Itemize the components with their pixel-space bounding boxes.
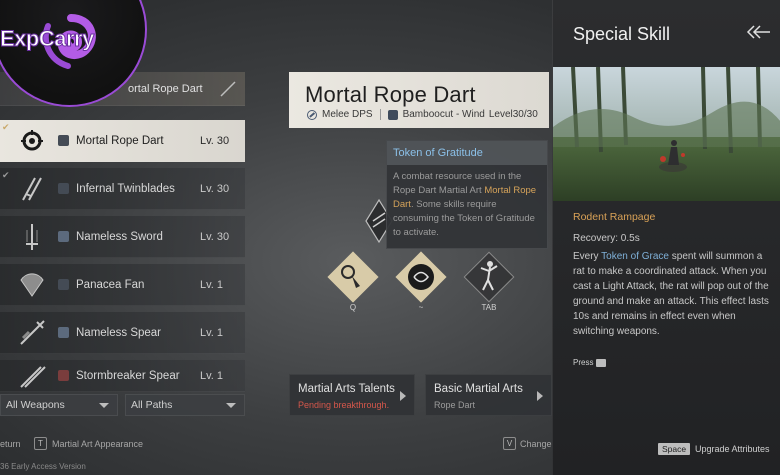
special-skill-panel: Special Skill Rodent Rampage Recovery: 0…	[552, 0, 780, 475]
upgrade-attributes-button[interactable]: Upgrade Attributes	[695, 444, 770, 454]
skill-key-tilde: ~	[418, 303, 424, 312]
desc-text: spent will summon a rat to make a coordi…	[573, 251, 769, 337]
rope-dart-mini-icon	[220, 81, 236, 97]
weapon-name: Mortal Rope Dart	[76, 134, 164, 147]
weapon-banner-label: ortal Rope Dart	[128, 83, 203, 95]
desc-text: Every	[573, 251, 602, 262]
fan-icon	[12, 265, 52, 305]
skill-preview-image	[553, 67, 780, 201]
weapon-role: Melee DPS	[322, 109, 373, 120]
stance-figure-icon	[480, 261, 498, 291]
weapon-level: Lv. 30	[200, 182, 230, 195]
weapon-item-nameless-spear[interactable]: Nameless Spear Lv. 1	[0, 312, 245, 354]
martial-art-appearance-button[interactable]: Martial Art Appearance	[52, 439, 143, 449]
weapon-level: Lv. 1	[200, 369, 224, 382]
weapon-level: Lv. 1	[200, 278, 224, 291]
weapon-type-icon	[58, 231, 69, 242]
weapon-title-panel: Mortal Rope Dart Melee DPS Bamboocut - W…	[289, 72, 549, 128]
logo-text: ExpCarry	[0, 26, 95, 52]
weapon-filter-dropdown[interactable]: All Weapons	[0, 394, 118, 416]
return-button[interactable]: eturn	[0, 439, 21, 449]
weapon-type-icon	[58, 279, 69, 290]
weapon-type-icon	[58, 183, 69, 194]
weapon-item-stormbreaker-spear[interactable]: Stormbreaker Spear Lv. 1	[0, 360, 245, 392]
tooltip-title: Token of Gratitude	[387, 141, 547, 165]
panel-title: Special Skill	[573, 24, 671, 44]
desc-highlight: Token of Grace	[601, 251, 669, 262]
equipped-check-icon: ✔	[2, 170, 10, 180]
space-key: Space	[658, 443, 691, 455]
equipped-check-icon: ✔	[2, 122, 10, 132]
skill-key-q: Q	[349, 303, 357, 312]
collapse-arrow-icon[interactable]	[745, 24, 771, 40]
tooltip-text: . Some skills require consuming the Toke…	[393, 199, 535, 238]
tooltip-body: A combat resource used in the Rope Dart …	[387, 165, 547, 245]
change-button[interactable]: Change	[520, 439, 552, 449]
path-icon	[387, 109, 398, 120]
skill-slot-q[interactable]	[327, 251, 379, 303]
skill-recovery: Recovery: 0.5s	[573, 233, 640, 244]
weapon-level-progress: Level30/30	[488, 109, 538, 120]
chevron-right-icon	[537, 391, 543, 401]
weapon-item-mortal-rope-dart[interactable]: ✔ Mortal Rope Dart Lv. 30	[0, 120, 245, 162]
skill-slot-tilde[interactable]	[395, 251, 447, 303]
press-hint: Press	[573, 358, 607, 367]
card-subtitle: Rope Dart	[434, 400, 476, 410]
chevron-down-icon	[226, 403, 236, 408]
version-label: 36 Early Access Version	[0, 462, 86, 471]
skill-name: Rodent Rampage	[573, 211, 656, 223]
chevron-right-icon	[400, 391, 406, 401]
rope-dart-icon	[12, 121, 52, 161]
path-filter-value: All Paths	[131, 399, 173, 411]
weapon-title: Mortal Rope Dart	[305, 82, 476, 107]
weapon-level: Lv. 1	[200, 326, 224, 339]
weapon-item-nameless-sword[interactable]: Nameless Sword Lv. 30	[0, 216, 245, 258]
skill-key-tab: TAB	[481, 303, 497, 312]
sword-icon	[12, 217, 52, 257]
spear-icon	[12, 313, 52, 353]
special-skill-icon	[408, 264, 434, 290]
weapon-type-icon	[58, 370, 69, 381]
weapon-name: Panacea Fan	[76, 278, 145, 291]
rope-dart-skill-icon	[341, 265, 360, 288]
chevron-down-icon	[99, 403, 109, 408]
weapon-filter-value: All Weapons	[6, 399, 65, 411]
weapon-level: Lv. 30	[200, 134, 230, 147]
divider	[379, 109, 381, 120]
card-title: Martial Arts Talents	[298, 383, 395, 395]
skill-description: Every Token of Grace spent will summon a…	[573, 249, 769, 339]
weapon-name: Stormbreaker Spear	[76, 369, 180, 382]
weapon-name: Infernal Twinblades	[76, 182, 175, 195]
weapon-level: Lv. 30	[200, 230, 230, 243]
path-filter-dropdown[interactable]: All Paths	[125, 394, 245, 416]
weapon-type-icon	[58, 327, 69, 338]
stormbreaker-spear-icon	[12, 356, 52, 396]
token-tooltip: Token of Gratitude A combat resource use…	[386, 140, 548, 249]
key-icon	[596, 358, 607, 367]
twinblades-icon	[12, 169, 52, 209]
weapon-item-panacea-fan[interactable]: Panacea Fan Lv. 1	[0, 264, 245, 306]
weapon-name: Nameless Sword	[76, 230, 163, 243]
basic-martial-arts-card[interactable]: Basic Martial Arts Rope Dart	[425, 374, 552, 416]
change-key: V	[503, 437, 516, 450]
weapon-meta: Melee DPS Bamboocut - Wind Level30/30	[307, 109, 538, 120]
weapon-type-icon	[58, 135, 69, 146]
card-subtitle: Pending breakthrough.	[298, 400, 390, 410]
melee-role-icon	[307, 109, 317, 120]
martial-arts-talents-card[interactable]: Martial Arts Talents Pending breakthroug…	[289, 374, 415, 416]
weapon-item-infernal-twinblades[interactable]: ✔ Infernal Twinblades Lv. 30	[0, 168, 245, 210]
appearance-key: T	[34, 437, 47, 450]
card-title: Basic Martial Arts	[434, 383, 523, 395]
press-label: Press	[573, 358, 594, 367]
skill-slot-tab[interactable]	[463, 251, 515, 303]
weapon-list: ortal Rope Dart ✔ Mortal Rope Dart Lv. 3…	[0, 72, 245, 392]
weapon-path: Bamboocut - Wind	[402, 109, 485, 120]
weapon-name: Nameless Spear	[76, 326, 162, 339]
